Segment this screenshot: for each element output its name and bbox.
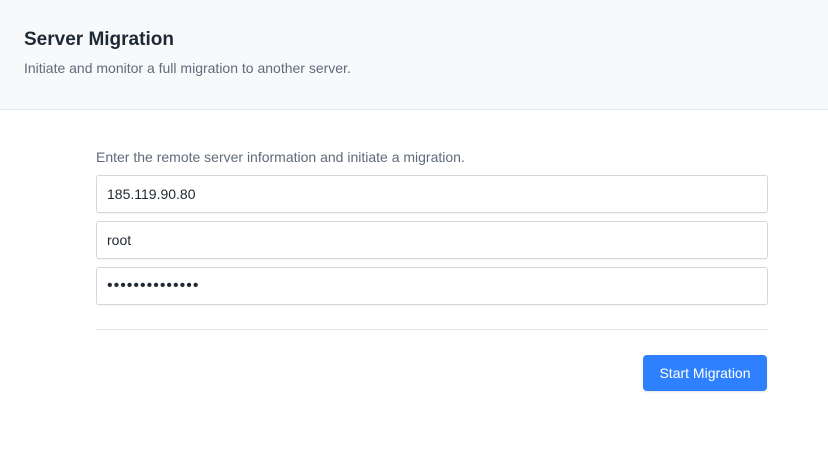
password-input[interactable] — [96, 267, 768, 305]
remote-host-input[interactable] — [96, 175, 768, 213]
start-migration-button[interactable]: Start Migration — [643, 355, 767, 391]
username-input[interactable] — [96, 221, 768, 259]
form-instructions: Enter the remote server information and … — [96, 149, 465, 165]
page-header: Server Migration Initiate and monitor a … — [0, 0, 828, 110]
form-divider — [96, 329, 768, 330]
page-subtitle: Initiate and monitor a full migration to… — [24, 60, 351, 76]
migration-form: Enter the remote server information and … — [96, 148, 768, 305]
page-title: Server Migration — [24, 29, 174, 50]
